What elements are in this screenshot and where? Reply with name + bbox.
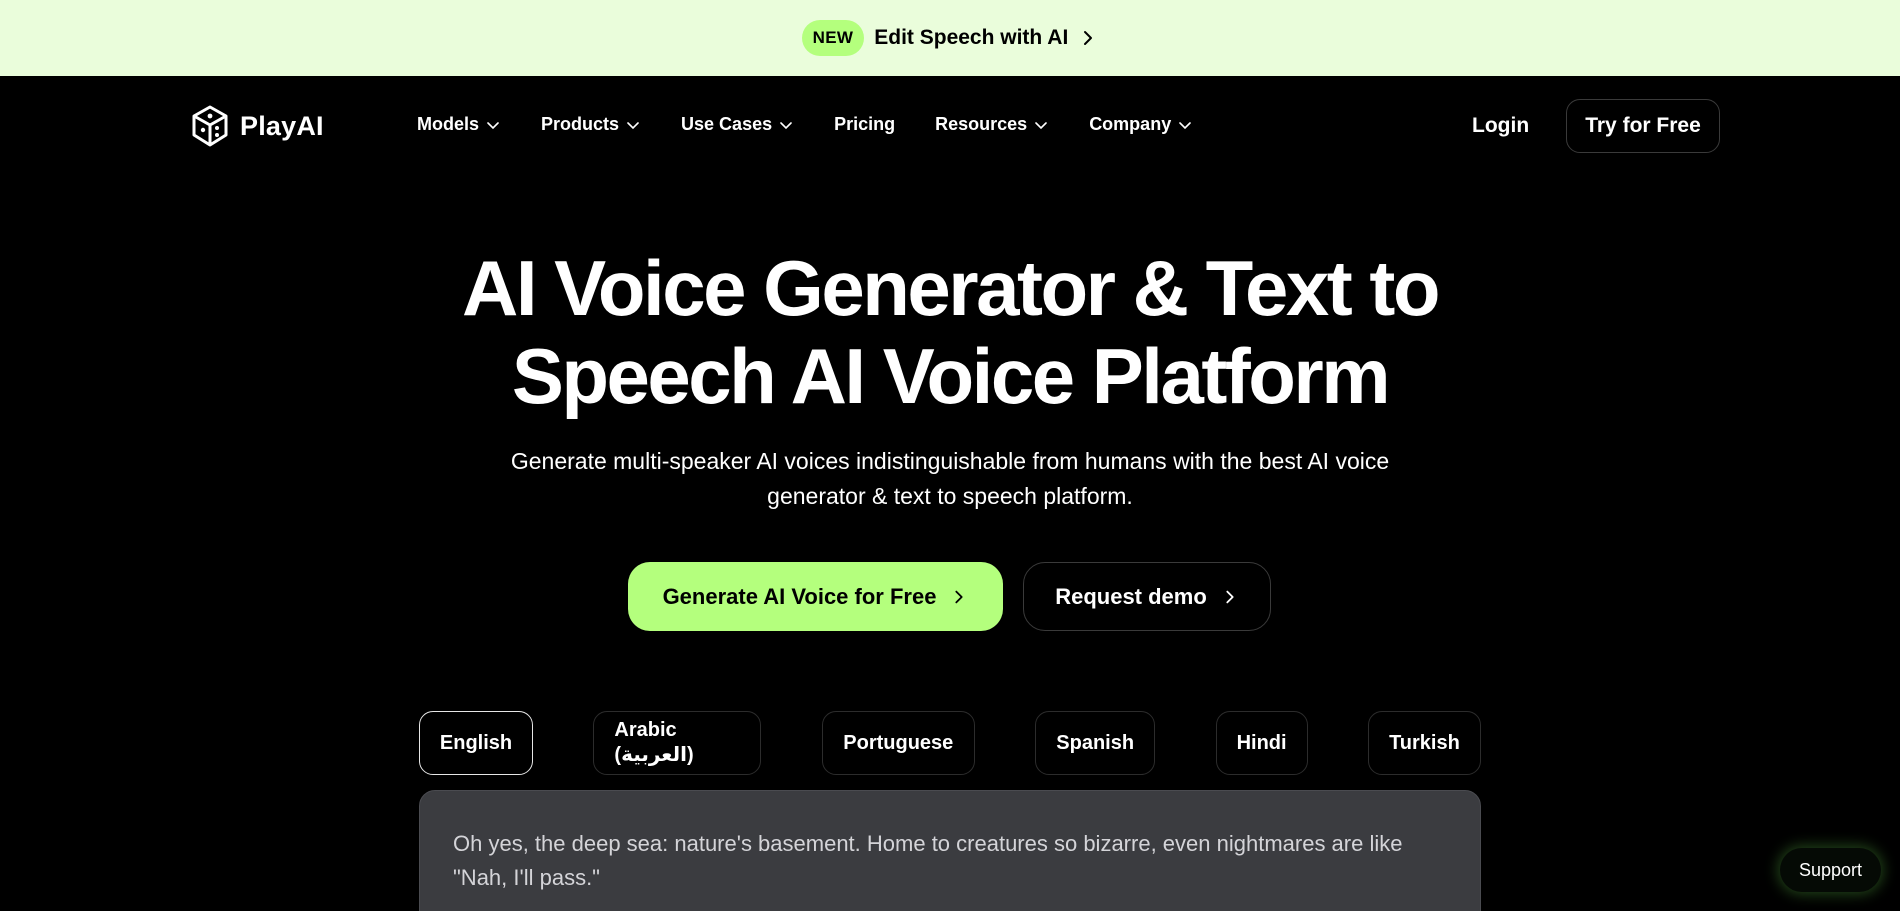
nav-item-label: Use Cases (681, 114, 773, 134)
hero-title-line: AI Voice Generator & Text to (462, 244, 1441, 332)
nav-item-models[interactable]: Models (417, 114, 501, 135)
tab-arabic[interactable]: Arabic (العربية) (593, 711, 762, 775)
nav-item-label: Products (541, 114, 620, 134)
hero-title: AI Voice Generator & Text to Speech AI V… (350, 244, 1550, 420)
sample-text-panel[interactable]: Oh yes, the deep sea: nature's basement.… (419, 790, 1481, 911)
try-for-free-button[interactable]: Try for Free (1566, 99, 1720, 153)
request-demo-button[interactable]: Request demo (1023, 562, 1271, 631)
logo[interactable]: PlayAI (190, 104, 324, 148)
logo-cube-icon (192, 105, 228, 147)
chevron-right-icon (955, 590, 964, 603)
main-nav: PlayAI Models Products Use Cases Pricing… (0, 76, 1900, 176)
hero-subtitle-line: generator & text to speech platform. (767, 483, 1133, 509)
login-link[interactable]: Login (1472, 114, 1529, 138)
chevron-down-icon (780, 121, 792, 129)
support-button[interactable]: Support (1780, 848, 1881, 892)
language-tabs: English Arabic (العربية) Portuguese Span… (419, 711, 1481, 775)
chevron-down-icon (1035, 121, 1047, 129)
nav-item-label: Models (417, 114, 480, 134)
tab-turkish[interactable]: Turkish (1367, 711, 1481, 775)
hero-title-line: Speech AI Voice Platform (511, 332, 1391, 420)
chevron-right-icon (1084, 31, 1093, 45)
nav-item-pricing[interactable]: Pricing (834, 114, 895, 135)
cta-row: Generate AI Voice for Free Request demo (628, 562, 1271, 631)
request-demo-label: Request demo (1055, 583, 1207, 609)
nav-item-products[interactable]: Products (541, 114, 641, 135)
chevron-right-icon (1226, 590, 1234, 603)
nav-item-resources[interactable]: Resources (935, 114, 1049, 135)
tab-spanish[interactable]: Spanish (1035, 711, 1156, 775)
hero-subtitle-line: Generate multi-speaker AI voices indisti… (510, 448, 1390, 474)
generate-voice-label: Generate AI Voice for Free (662, 583, 937, 609)
logo-text: PlayAI (240, 110, 324, 141)
tab-hindi[interactable]: Hindi (1215, 711, 1308, 775)
nav-item-company[interactable]: Company (1089, 114, 1193, 135)
announcement-link[interactable]: NEW Edit Speech with AI (801, 20, 1099, 56)
announcement-text: Edit Speech with AI (874, 26, 1069, 49)
nav-item-use-cases[interactable]: Use Cases (681, 114, 794, 135)
announcement-banner: NEW Edit Speech with AI (0, 0, 1900, 76)
tab-portuguese[interactable]: Portuguese (821, 711, 975, 775)
sample-text: Oh yes, the deep sea: nature's basement.… (453, 827, 1453, 895)
nav-item-label: Resources (935, 114, 1028, 134)
sample-text-line: "Nah, I'll pass." (453, 865, 600, 890)
nav-menu: Models Products Use Cases Pricing Resour… (417, 114, 1233, 135)
nav-item-label: Company (1089, 114, 1172, 134)
nav-item-label: Pricing (834, 114, 896, 134)
chevron-down-icon (1179, 121, 1192, 129)
generate-voice-button[interactable]: Generate AI Voice for Free (628, 562, 1003, 631)
chevron-down-icon (487, 121, 499, 129)
hero-subtitle: Generate multi-speaker AI voices indisti… (500, 444, 1400, 514)
sample-text-line: Oh yes, the deep sea: nature's basement.… (453, 831, 1403, 856)
chevron-down-icon (627, 121, 639, 129)
tab-english[interactable]: English (419, 711, 533, 775)
new-badge: NEW (801, 20, 865, 56)
